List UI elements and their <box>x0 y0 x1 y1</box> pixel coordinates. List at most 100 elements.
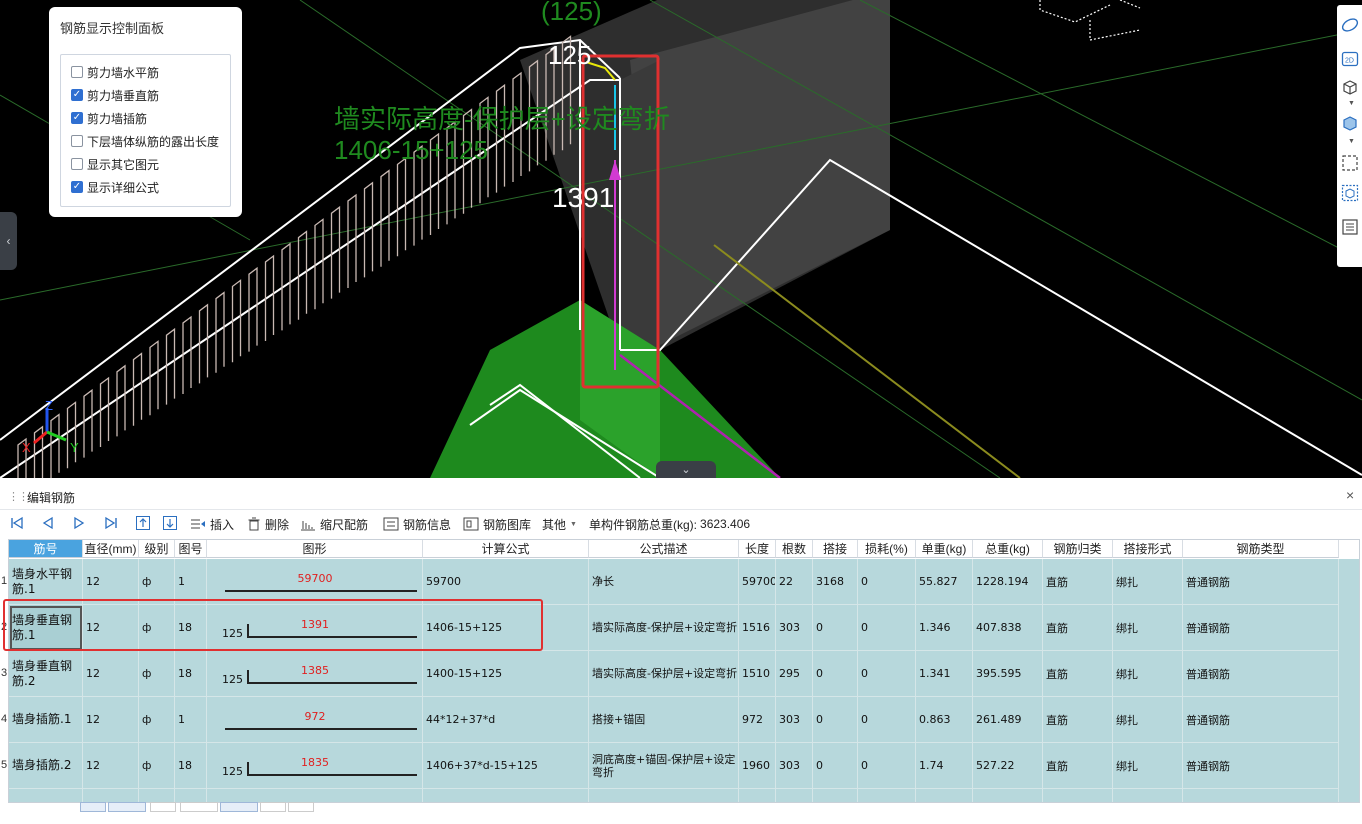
length-cell[interactable]: 1960 <box>739 743 776 789</box>
shape-cell[interactable]: 125 1385 <box>207 651 423 697</box>
rebar-library-button[interactable]: 钢筋图库 <box>463 515 531 533</box>
count-cell[interactable]: 22 <box>776 559 813 605</box>
close-icon[interactable]: × <box>1346 487 1354 503</box>
column-header[interactable]: 搭接形式 <box>1113 540 1183 558</box>
count-cell[interactable]: 303 <box>776 743 813 789</box>
count-cell[interactable]: 303 <box>776 697 813 743</box>
option-shear-wall-horizontal[interactable]: 剪力墙水平筋 <box>71 63 159 81</box>
column-header[interactable]: 钢筋类型 <box>1183 540 1339 558</box>
dia-cell[interactable]: 12 <box>83 651 139 697</box>
total-cell[interactable]: 395.595 <box>973 651 1043 697</box>
name-cell[interactable]: 墙身垂直钢筋.2 <box>9 651 83 697</box>
grade-cell[interactable]: ф <box>139 559 175 605</box>
unit-cell[interactable]: 55.827 <box>916 559 973 605</box>
unit-cell[interactable]: 0.863 <box>916 697 973 743</box>
dia-cell[interactable]: 12 <box>83 697 139 743</box>
dropdown-caret-icon[interactable]: ▼ <box>1348 138 1356 145</box>
collapse-bottom-handle[interactable]: ⌄ <box>656 461 716 478</box>
lap-cell[interactable]: 0 <box>813 651 858 697</box>
unit-cell[interactable]: 1.74 <box>916 743 973 789</box>
lap-type-cell[interactable]: 绑扎 <box>1113 559 1183 605</box>
column-header[interactable]: 总重(kg) <box>973 540 1043 558</box>
checkbox-icon[interactable] <box>71 66 83 78</box>
delete-button[interactable]: 删除 <box>247 515 289 533</box>
unit-cell[interactable]: 1.341 <box>916 651 973 697</box>
column-header[interactable]: 计算公式 <box>423 540 589 558</box>
shape-cell[interactable]: 59700 <box>207 559 423 605</box>
move-up-icon[interactable] <box>135 515 151 531</box>
view-3d-solid-icon[interactable] <box>1340 113 1360 133</box>
column-header[interactable]: 单重(kg) <box>916 540 973 558</box>
formula-cell[interactable]: 1400-15+125 <box>423 651 589 697</box>
lap-type-cell[interactable]: 绑扎 <box>1113 605 1183 651</box>
name-cell[interactable]: 墙身垂直钢筋.1 <box>9 605 83 651</box>
3d-viewport[interactable]: Z X Y (125) 125 墙实际高度-保护层+设定弯折 1406-15+1… <box>0 0 1362 478</box>
checkbox-icon[interactable] <box>71 135 83 147</box>
column-header[interactable]: 级别 <box>139 540 175 558</box>
option-shear-wall-vertical[interactable]: ✓ 剪力墙垂直筋 <box>71 86 159 104</box>
loss-cell[interactable]: 0 <box>858 559 916 605</box>
drag-grip-icon[interactable]: ⋮⋮ <box>8 490 29 503</box>
shape-cell[interactable]: 125 1835 <box>207 743 423 789</box>
scale-rebar-button[interactable]: 缩尺配筋 <box>300 515 368 533</box>
collapse-left-handle[interactable]: ‹ <box>0 212 17 270</box>
column-header[interactable]: 直径(mm) <box>83 540 139 558</box>
view-2d-icon[interactable]: 2D <box>1340 49 1360 69</box>
loss-cell[interactable]: 0 <box>858 697 916 743</box>
length-cell[interactable]: 1510 <box>739 651 776 697</box>
loss-cell[interactable]: 0 <box>858 605 916 651</box>
fig-cell[interactable]: 18 <box>175 605 207 651</box>
move-down-icon[interactable] <box>162 515 178 531</box>
display-box-icon[interactable] <box>1340 183 1360 203</box>
column-header[interactable]: 图号 <box>175 540 207 558</box>
grade-cell[interactable]: ф <box>139 697 175 743</box>
orbit-icon[interactable] <box>1340 15 1360 35</box>
count-cell[interactable]: 303 <box>776 605 813 651</box>
column-header[interactable]: 搭接 <box>813 540 858 558</box>
cls-cell[interactable]: 直筋 <box>1043 559 1113 605</box>
grade-cell[interactable]: ф <box>139 605 175 651</box>
loss-cell[interactable]: 0 <box>858 743 916 789</box>
shape-cell[interactable]: 125 1391 <box>207 605 423 651</box>
count-cell[interactable]: 295 <box>776 651 813 697</box>
loss-cell[interactable]: 0 <box>858 651 916 697</box>
other-dropdown[interactable]: 其他 ▼ <box>542 515 577 533</box>
length-cell[interactable]: 1516 <box>739 605 776 651</box>
table-row[interactable]: 墙身垂直钢筋.2 12 ф 18 125 1385 1400-15+125 墙实际高度-保护层… <box>9 651 1359 697</box>
lap-cell[interactable]: 0 <box>813 605 858 651</box>
dropdown-caret-icon[interactable]: ▼ <box>1348 100 1356 107</box>
column-header[interactable]: 长度 <box>739 540 776 558</box>
checkbox-checked-icon[interactable]: ✓ <box>71 112 83 124</box>
insert-button[interactable]: 插入 <box>190 515 234 533</box>
shape-cell[interactable]: 972 <box>207 697 423 743</box>
type-cell[interactable]: 普通钢筋 <box>1183 743 1339 789</box>
length-cell[interactable]: 59700 <box>739 559 776 605</box>
status-tab[interactable] <box>80 802 106 812</box>
name-cell[interactable]: 墙身插筋.1 <box>9 697 83 743</box>
column-header[interactable]: 公式描述 <box>589 540 739 558</box>
cls-cell[interactable]: 直筋 <box>1043 605 1113 651</box>
type-cell[interactable]: 普通钢筋 <box>1183 605 1339 651</box>
desc-cell[interactable]: 墙实际高度-保护层+设定弯折 <box>589 651 739 697</box>
formula-cell[interactable]: 1406-15+125 <box>423 605 589 651</box>
column-header[interactable]: 筋号 <box>9 540 83 558</box>
desc-cell[interactable]: 墙实际高度-保护层+设定弯折 <box>589 605 739 651</box>
lap-cell[interactable]: 0 <box>813 743 858 789</box>
type-cell[interactable]: 普通钢筋 <box>1183 697 1339 743</box>
column-header[interactable]: 损耗(%) <box>858 540 916 558</box>
rebar-info-button[interactable]: 钢筋信息 <box>383 515 451 533</box>
total-cell[interactable]: 407.838 <box>973 605 1043 651</box>
option-show-detailed-formula[interactable]: ✓ 显示详细公式 <box>71 178 159 196</box>
option-shear-wall-dowel[interactable]: ✓ 剪力墙插筋 <box>71 109 147 127</box>
formula-cell[interactable]: 59700 <box>423 559 589 605</box>
desc-cell[interactable]: 洞底高度+锚固-保护层+设定弯折 <box>589 743 739 789</box>
desc-cell[interactable]: 搭接+锚固 <box>589 697 739 743</box>
name-cell[interactable]: 墙身水平钢筋.1 <box>9 559 83 605</box>
select-region-icon[interactable] <box>1340 153 1360 173</box>
status-tab[interactable] <box>288 802 314 812</box>
option-show-other-elements[interactable]: 显示其它图元 <box>71 155 159 173</box>
type-cell[interactable]: 普通钢筋 <box>1183 651 1339 697</box>
status-tab[interactable] <box>220 802 258 812</box>
lap-type-cell[interactable]: 绑扎 <box>1113 651 1183 697</box>
formula-cell[interactable]: 44*12+37*d <box>423 697 589 743</box>
